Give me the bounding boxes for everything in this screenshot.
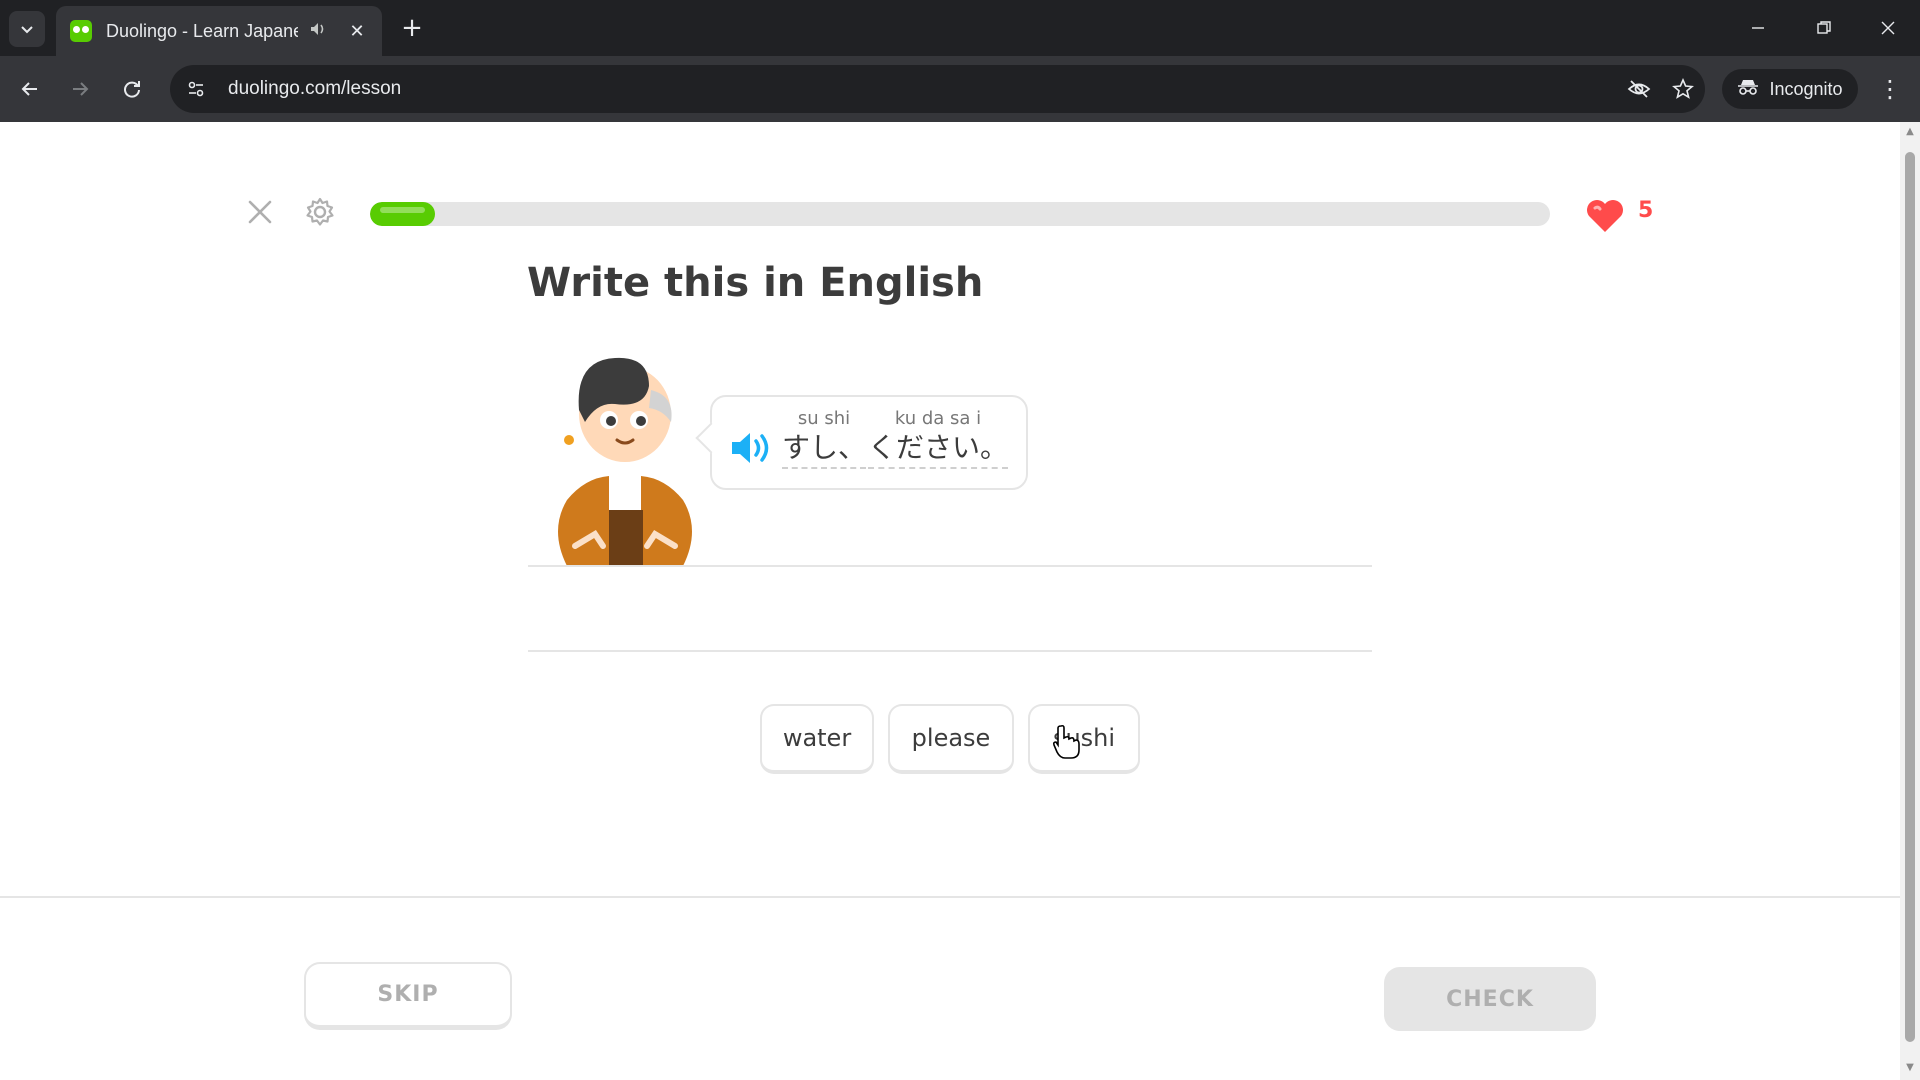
tab-title: Duolingo - Learn Japanese — [106, 20, 298, 41]
incognito-icon — [1737, 78, 1759, 101]
incognito-badge[interactable]: Incognito — [1722, 69, 1858, 109]
word-tile-sushi[interactable]: sushi — [1028, 704, 1140, 774]
close-lesson-icon[interactable] — [240, 192, 280, 232]
answer-line — [528, 650, 1372, 652]
scroll-down-icon[interactable]: ▼ — [1904, 1062, 1916, 1073]
url-text: duolingo.com/lesson — [228, 78, 402, 99]
page-scrollbar[interactable]: ▲ ▼ — [1900, 122, 1920, 1080]
incognito-label: Incognito — [1769, 78, 1843, 99]
more-vert-icon[interactable]: ⋮ — [1872, 69, 1908, 109]
hand-cursor-icon — [1052, 724, 1080, 759]
gear-icon[interactable] — [300, 192, 340, 232]
plus-icon[interactable]: + — [396, 12, 428, 44]
active-tab[interactable]: Duolingo - Learn Japanese ✕ — [56, 6, 382, 56]
character-illustration — [558, 357, 692, 566]
answer-line — [528, 565, 1372, 567]
word-tile-water[interactable]: water — [760, 704, 874, 774]
restore-icon[interactable] — [1804, 10, 1844, 46]
speech-bubble: su shi すし、 ku da sa i ください。 — [710, 395, 1028, 490]
sentence-token[interactable]: ku da sa i ください。 — [868, 407, 1009, 469]
word-tile-please[interactable]: please — [888, 704, 1014, 774]
scroll-up-icon[interactable]: ▲ — [1904, 126, 1916, 137]
token-kana: すし、 — [782, 431, 867, 469]
word-bank: water please sushi — [760, 704, 1140, 774]
footer-divider — [0, 896, 1900, 898]
scroll-thumb[interactable] — [1905, 152, 1915, 1042]
lesson-progress-fill — [370, 202, 435, 226]
speaker-icon[interactable] — [730, 431, 774, 465]
address-bar[interactable]: duolingo.com/lesson — [170, 65, 1705, 113]
star-icon[interactable] — [1661, 78, 1705, 100]
back-icon[interactable] — [10, 69, 50, 109]
eye-off-icon[interactable] — [1617, 77, 1661, 101]
close-window-icon[interactable] — [1868, 10, 1908, 46]
duolingo-favicon-icon — [70, 20, 92, 42]
token-furigana: ku da sa i — [894, 408, 982, 429]
check-button[interactable]: CHECK — [1384, 967, 1596, 1031]
minimize-icon[interactable] — [1738, 10, 1778, 46]
close-tab-icon[interactable]: ✕ — [346, 21, 368, 42]
lesson-progress-bar — [370, 202, 1550, 226]
skip-button[interactable]: SKIP — [304, 962, 512, 1030]
token-kana: ください。 — [868, 431, 1009, 469]
site-info-icon[interactable] — [174, 67, 218, 111]
reload-icon[interactable] — [112, 69, 152, 109]
lesson-page: 5 Write this in English su shi すし、 ku da… — [0, 122, 1900, 1080]
audio-icon[interactable] — [308, 19, 330, 44]
heart-icon — [1587, 200, 1623, 232]
browser-toolbar: duolingo.com/lesson Incognito ⋮ — [0, 56, 1920, 122]
token-furigana: su shi — [797, 408, 851, 429]
tab-search-icon[interactable] — [9, 11, 45, 47]
forward-icon[interactable] — [60, 69, 100, 109]
exercise-prompt: Write this in English — [527, 260, 984, 306]
sentence-token[interactable]: su shi すし、 — [782, 407, 867, 469]
tab-strip: Duolingo - Learn Japanese ✕ + — [0, 0, 1920, 56]
hearts-count: 5 — [1638, 198, 1654, 223]
